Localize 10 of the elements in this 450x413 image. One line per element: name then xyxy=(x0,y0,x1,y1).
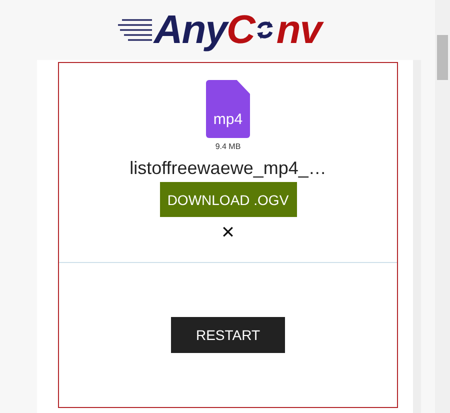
scrollbar[interactable] xyxy=(435,0,450,413)
logo-text[interactable]: Any xyxy=(154,8,226,52)
file-name: listoffreewaewe_mp4_… xyxy=(130,158,326,179)
logo-text[interactable]: nv xyxy=(276,8,322,52)
remove-button[interactable]: ✕ xyxy=(220,223,236,243)
download-button[interactable]: DOWNLOAD .OGV xyxy=(160,182,296,217)
restart-button[interactable]: RESTART xyxy=(171,317,285,353)
speed-lines-icon xyxy=(118,17,152,43)
file-icon: mp4 xyxy=(206,80,250,138)
file-size: 9.4 MB xyxy=(215,142,241,151)
